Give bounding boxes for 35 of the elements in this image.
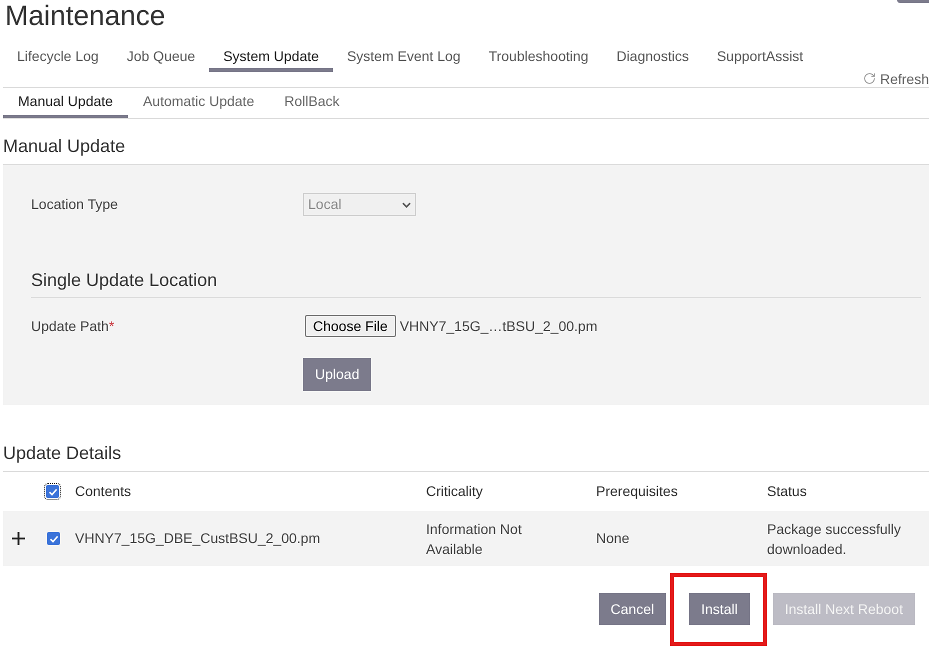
upload-button[interactable]: Upload: [303, 358, 372, 391]
tab[interactable]: Troubleshooting: [474, 40, 602, 72]
choose-file-button[interactable]: Choose File: [305, 315, 396, 337]
column-header: Contents: [75, 482, 132, 501]
tab[interactable]: System Update: [209, 40, 333, 72]
page-title: Maintenance: [5, 0, 166, 32]
table-cell-text: Package successfully downloaded.: [767, 520, 902, 558]
refresh-button[interactable]: Refresh: [862, 70, 929, 87]
table-cell-text: VHNY7_15G_DBE_CustBSU_2_00.pm: [75, 529, 320, 548]
tab[interactable]: System Event Log: [332, 40, 475, 72]
column-header: Prerequisites: [596, 482, 678, 501]
column-header: Status: [767, 482, 807, 501]
refresh-label: Refresh: [880, 72, 929, 86]
tab[interactable]: Lifecycle Log: [3, 40, 113, 72]
checkbox[interactable]: [47, 532, 60, 545]
refresh-icon: [862, 72, 876, 85]
field-label: Update Path*: [31, 316, 116, 336]
checkbox[interactable]: [46, 485, 59, 498]
sub-tab[interactable]: Automatic Update: [128, 88, 270, 118]
column-header: Criticality: [426, 482, 483, 501]
sub-tab[interactable]: RollBack: [269, 88, 354, 118]
tab[interactable]: SupportAssist: [702, 40, 818, 72]
tab[interactable]: Job Queue: [112, 40, 210, 72]
file-name: VHNY7_15G_…tBSU_2_00.pm: [400, 316, 598, 336]
tab[interactable]: Diagnostics: [602, 40, 703, 72]
action-button[interactable]: Cancel: [598, 593, 666, 625]
table-cell-text: None: [596, 529, 630, 548]
field-label: Location Type: [31, 195, 119, 214]
subsection-heading: Single Update Location: [31, 270, 921, 298]
action-button[interactable]: Install: [689, 593, 750, 625]
chevron-icon: [402, 202, 411, 208]
sub-tab[interactable]: Manual Update: [3, 88, 128, 118]
plus-icon[interactable]: [12, 532, 25, 545]
section-heading: Update Details: [3, 405, 929, 472]
table-cell-text: Information Not Available: [426, 520, 523, 558]
